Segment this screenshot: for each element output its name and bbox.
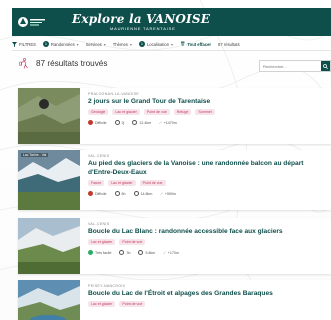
clock-icon [114, 191, 120, 196]
filter-themes-label: Thèmes [112, 41, 128, 47]
search-box [259, 60, 331, 72]
filter-icon [12, 41, 17, 47]
results-count-short: 87 résultats [218, 42, 240, 47]
tag: Point de vue [119, 239, 146, 245]
park-logo-icon[interactable] [12, 8, 52, 36]
result-thumbnail [18, 88, 80, 144]
filters-button[interactable]: FILTRES [12, 41, 36, 47]
page: { "header": { "title": "Explore la VANOI… [0, 0, 331, 320]
card-title[interactable]: Boucle du Lac Blanc : randonnée accessib… [88, 227, 327, 236]
filter-localisation-label: Localisation [146, 41, 170, 47]
result-card[interactable]: Lac Tarine - Val VAL-CENIS Au pied des g… [18, 150, 331, 210]
filters-label: FILTRES [19, 41, 36, 47]
card-title[interactable]: 2 jours sur le Grand Tour de Tarentaise [88, 97, 327, 106]
filter-randonnees-label: Randonnées [50, 41, 75, 47]
site-title: Explore la VANOISE [72, 11, 211, 26]
search-icon [323, 63, 328, 69]
filter-randonnees[interactable]: 1 Randonnées ▾ [42, 41, 79, 47]
duration: 3h [126, 250, 131, 255]
elevation-icon: ⟋ [163, 250, 166, 255]
filter-count-badge: 1 [42, 41, 49, 47]
search-input[interactable] [260, 63, 316, 69]
result-thumbnail [18, 280, 80, 320]
distance: 14.8km [140, 191, 153, 196]
tag: Point de vue [139, 180, 166, 186]
search-button[interactable] [321, 61, 330, 71]
tag: Faune [88, 180, 105, 186]
chevron-down-icon: ▾ [103, 41, 106, 47]
filter-count-badge: 1 [138, 41, 145, 47]
tag: Lac et glacier [88, 239, 116, 245]
tag: Lac et glacier [108, 180, 136, 186]
card-category: VAL-CENIS [88, 222, 110, 226]
difficulty: Très facile [95, 250, 112, 255]
distance-icon [138, 250, 144, 255]
results-count: 87 résultats trouvés [36, 59, 108, 68]
tag: Lac et glacier [88, 301, 116, 307]
elevation: +590m [164, 191, 176, 196]
tag: Point de vue [143, 109, 170, 115]
card-category: PRALOGNAN-LA-VANOISE [88, 92, 140, 96]
distance-icon [133, 191, 139, 196]
tag: Lac et glacier [112, 109, 140, 115]
clock-icon [119, 250, 125, 255]
card-category: VAL-CENIS [88, 154, 110, 158]
elevation: +170m [167, 250, 179, 255]
result-card[interactable]: PEISEY-NANCROIX Boucle du Lac de l'Étroi… [18, 280, 331, 320]
result-thumbnail [18, 218, 80, 274]
elevation-icon: ⟋ [160, 191, 163, 196]
difficulty: Difficile [95, 120, 107, 125]
hiker-icon [19, 58, 28, 69]
duration: 6h [121, 191, 126, 196]
clock-icon [114, 120, 120, 125]
distance-icon [132, 120, 138, 125]
thumbnail-caption: Lac Tarine - Val [21, 153, 49, 157]
clear-all-button[interactable]: 🗑 Tout effacer [180, 41, 211, 47]
card-category: PEISEY-NANCROIX [88, 284, 126, 288]
results-header: 87 résultats trouvés [18, 58, 107, 69]
elevation: +1470m [163, 120, 177, 125]
difficulty-icon [88, 191, 93, 196]
filter-services[interactable]: Services ▾ [86, 42, 106, 47]
filter-bar: FILTRES 1 Randonnées ▾ Services ▾ Thèmes… [12, 38, 331, 51]
site-subtitle: MAURIENNE TARENTAISE [110, 25, 176, 31]
elevation-icon: ⟋ [159, 120, 162, 125]
difficulty-icon [88, 250, 93, 255]
result-thumbnail: Lac Tarine - Val [18, 150, 80, 210]
clear-all-label: Tout effacer [187, 41, 212, 47]
filter-localisation[interactable]: 1 Localisation ▾ [138, 41, 174, 47]
trash-icon: 🗑 [180, 41, 186, 46]
card-title[interactable]: Boucle du Lac de l'Étroit et alpages des… [88, 289, 327, 298]
distance: 5.8km [145, 250, 156, 255]
tag: Sommet [195, 109, 215, 115]
difficulty-icon [88, 120, 93, 125]
chevron-down-icon: ▾ [171, 41, 174, 47]
site-header: Explore la VANOISE MAURIENNE TARENTAISE [12, 8, 331, 36]
result-card[interactable]: VAL-CENIS Boucle du Lac Blanc : randonné… [18, 218, 331, 274]
tag: Géologie [88, 109, 109, 115]
distance: 12.4km [139, 120, 152, 125]
chevron-down-icon: ▾ [76, 41, 79, 47]
result-card[interactable]: PRALOGNAN-LA-VANOISE 2 jours sur le Gran… [18, 88, 331, 144]
card-title[interactable]: Au pied des glaciers de la Vanoise : une… [88, 159, 327, 177]
tag: Point de vue [119, 301, 146, 307]
duration: 2j [121, 120, 125, 125]
filter-services-label: Services [85, 41, 102, 47]
tag: Refuge [173, 109, 192, 115]
results-short-label: 87 résultats [218, 41, 240, 47]
filter-themes[interactable]: Thèmes ▾ [113, 42, 132, 47]
difficulty: Difficile [95, 191, 107, 196]
chevron-down-icon: ▾ [129, 41, 132, 47]
